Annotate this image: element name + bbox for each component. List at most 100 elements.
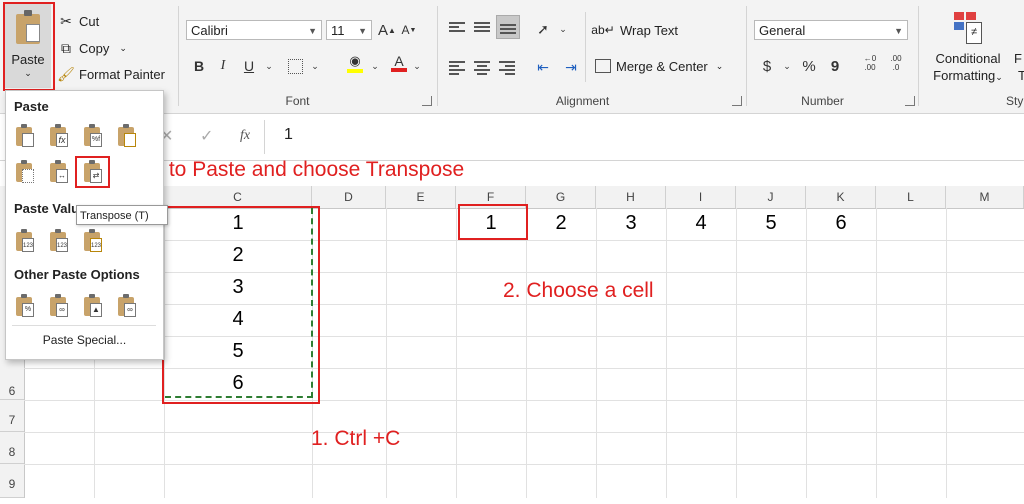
paste-keep-column-widths-icon[interactable]: ↔ <box>48 160 70 184</box>
chevron-down-icon[interactable]: ⌄ <box>364 55 386 77</box>
align-bottom-icon[interactable] <box>496 15 520 39</box>
dialog-launcher-icon[interactable] <box>905 96 915 106</box>
formula-input[interactable]: 1 <box>284 126 293 144</box>
merge-icon <box>594 57 612 75</box>
bold-button[interactable]: B <box>188 55 210 77</box>
paste-dropdown-menu: Paste fx %f ↔ ⇄ Paste Valu Transpose (T)… <box>5 90 168 360</box>
copy-button[interactable]: ⧉ Copy ⌄ <box>57 39 127 57</box>
cell-j1[interactable]: 5 <box>736 212 806 235</box>
chevron-down-icon: ▼ <box>308 26 317 36</box>
font-name-select[interactable]: Calibri ▼ <box>186 20 322 40</box>
paste-link-icon[interactable]: ∞ <box>48 294 70 318</box>
currency-button[interactable]: $ <box>756 55 778 77</box>
scissors-icon: ✂ <box>60 12 72 29</box>
column-header-e[interactable]: E <box>386 186 456 208</box>
paste-values-icon[interactable]: 123 <box>14 229 36 253</box>
paste-icon[interactable] <box>14 124 36 148</box>
paste-no-borders-icon[interactable] <box>14 160 36 184</box>
format-painter-button[interactable]: 🖌 Format Painter <box>57 65 165 83</box>
conditional-formatting-button[interactable]: ≠ Conditional Formatting⌄ <box>926 8 1010 88</box>
conditional-formatting-icon: ≠ <box>954 12 982 44</box>
chevron-down-icon: ▼ <box>358 26 367 36</box>
cell-i1[interactable]: 4 <box>666 212 736 235</box>
row-header-8[interactable]: 8 <box>0 432 24 464</box>
paste-linked-picture-icon[interactable]: ∞ <box>116 294 138 318</box>
chevron-down-icon: ⌄ <box>995 72 1003 82</box>
row-header-9[interactable]: 9 <box>0 464 24 498</box>
copied-range-highlight <box>162 206 320 404</box>
align-center-icon[interactable] <box>474 59 490 77</box>
alignment-group-label: Alignment <box>555 94 610 108</box>
cell-g1[interactable]: 2 <box>526 212 596 235</box>
insert-function-icon[interactable]: fx <box>240 128 250 144</box>
column-header-d[interactable]: D <box>312 186 386 208</box>
paste-formulas-number-format-icon[interactable]: %f <box>82 124 104 148</box>
chevron-down-icon: ▼ <box>894 26 903 36</box>
font-group-label: Font <box>285 94 310 108</box>
paste-keep-source-formatting-icon[interactable] <box>116 124 138 148</box>
increase-decimal-button[interactable]: ←0.00 <box>858 52 882 74</box>
chevron-down-icon: ⌄ <box>715 60 724 71</box>
underline-button[interactable]: U <box>238 55 260 77</box>
chevron-down-icon[interactable]: ⌄ <box>776 55 798 77</box>
column-header-k[interactable]: K <box>806 186 876 208</box>
decrease-indent-icon[interactable]: ⇤ <box>532 56 554 78</box>
column-header-c[interactable]: C <box>164 186 312 208</box>
font-size-select[interactable]: 11 ▼ <box>326 20 372 40</box>
column-header-g[interactable]: G <box>526 186 596 208</box>
brush-icon: 🖌 <box>57 65 75 82</box>
dialog-launcher-icon[interactable] <box>732 96 742 106</box>
format-as-table-button[interactable]: F T <box>1012 8 1024 88</box>
column-header-j[interactable]: J <box>736 186 806 208</box>
borders-icon[interactable] <box>284 55 306 77</box>
paste-values-number-format-icon[interactable]: 123 <box>48 229 70 253</box>
chevron-down-icon[interactable]: ⌄ <box>258 55 280 77</box>
chevron-down-icon: ⌄ <box>119 42 127 53</box>
paste-special-menu-item[interactable]: Paste Special... <box>6 333 163 347</box>
increase-indent-icon[interactable]: ⇥ <box>560 56 582 78</box>
align-middle-icon[interactable] <box>474 20 490 34</box>
number-format-select[interactable]: General ▼ <box>754 20 908 40</box>
percent-button[interactable]: % <box>798 55 820 77</box>
dialog-launcher-icon[interactable] <box>422 96 432 106</box>
annotation-ctrl-c: 1. Ctrl +C <box>311 427 401 450</box>
enter-icon[interactable]: ✓ <box>200 126 213 146</box>
transpose-tooltip: Transpose (T) <box>76 205 168 225</box>
paste-values-source-formatting-icon[interactable]: 123 <box>82 229 104 253</box>
copy-icon: ⧉ <box>61 39 71 56</box>
orientation-icon[interactable]: ➚ <box>532 18 554 40</box>
column-header-m[interactable]: M <box>946 186 1024 208</box>
decrease-decimal-button[interactable]: .00.0 <box>884 52 908 74</box>
cell-h1[interactable]: 3 <box>596 212 666 235</box>
chevron-down-icon[interactable]: ⌄ <box>406 55 428 77</box>
styles-group-label: Sty <box>1006 94 1024 108</box>
paste-highlight <box>3 2 55 91</box>
grow-font-button[interactable]: A ▲ <box>376 19 398 41</box>
paste-picture-icon[interactable]: ▲ <box>82 294 104 318</box>
cell-k1[interactable]: 6 <box>806 212 876 235</box>
chevron-down-icon[interactable]: ⌄ <box>552 18 574 40</box>
italic-button[interactable]: I <box>212 55 234 77</box>
annotation-transpose: Go to Paste and choose Transpose <box>135 158 465 181</box>
shrink-font-button[interactable]: A ▼ <box>398 19 420 41</box>
merge-center-button[interactable]: Merge & Center ⌄ <box>594 57 723 75</box>
column-header-l[interactable]: L <box>876 186 946 208</box>
transpose-highlight <box>75 156 110 188</box>
comma-button[interactable]: 9 <box>824 55 846 77</box>
column-header-h[interactable]: H <box>596 186 666 208</box>
align-right-icon[interactable] <box>499 59 515 77</box>
align-top-icon[interactable] <box>449 20 465 34</box>
wrap-text-button[interactable]: ab↵ Wrap Text <box>591 21 678 39</box>
fill-color-icon[interactable]: ◉ <box>344 52 366 74</box>
column-header-i[interactable]: I <box>666 186 736 208</box>
align-left-icon[interactable] <box>449 59 465 77</box>
target-cell-highlight <box>458 204 528 240</box>
number-group-label: Number <box>801 94 844 108</box>
paste-formulas-icon[interactable]: fx <box>48 124 70 148</box>
row-header-6[interactable]: 6 <box>0 368 24 400</box>
paste-formatting-icon[interactable]: % <box>14 294 36 318</box>
chevron-down-icon[interactable]: ⌄ <box>304 55 326 77</box>
cut-button[interactable]: ✂ Cut <box>57 12 99 30</box>
row-header-7[interactable]: 7 <box>0 400 24 432</box>
annotation-choose-cell: 2. Choose a cell <box>503 279 654 302</box>
